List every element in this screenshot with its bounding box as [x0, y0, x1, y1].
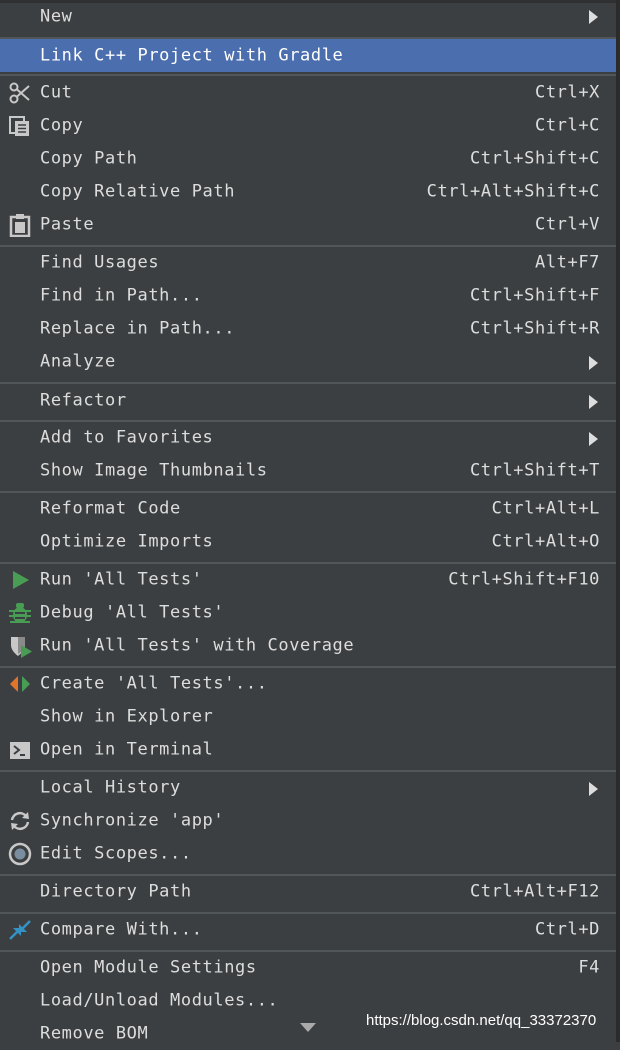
- menu-item-label: Find Usages: [40, 252, 160, 273]
- menu-item-shortcut: Ctrl+Alt+F12: [469, 881, 600, 902]
- menu-item-directory-path[interactable]: Directory Path Ctrl+Alt+F12: [0, 875, 616, 908]
- menu-item-label: Copy Path: [40, 148, 138, 169]
- menu-item-label: Copy: [40, 115, 84, 136]
- clipboard-icon: [7, 212, 33, 238]
- menu-item-synchronize[interactable]: Synchronize 'app': [0, 804, 616, 837]
- menu-item-shortcut: Ctrl+Shift+T: [469, 460, 600, 481]
- menu-item-analyze[interactable]: Analyze: [0, 345, 616, 378]
- submenu-arrow-icon: [589, 782, 598, 797]
- menu-item-shortcut: Ctrl+Alt+L: [491, 498, 600, 519]
- scroll-down-arrow-icon[interactable]: [300, 1023, 316, 1032]
- menu-item-copy-relative-path[interactable]: Copy Relative Path Ctrl+Alt+Shift+C: [0, 175, 616, 208]
- menu-item-copy-path[interactable]: Copy Path Ctrl+Shift+C: [0, 142, 616, 175]
- menu-item-label: Link C++ Project with Gradle: [40, 45, 344, 66]
- menu-item-label: Refactor: [40, 390, 127, 411]
- menu-item-label: Find in Path...: [40, 285, 203, 306]
- menu-item-debug-all-tests[interactable]: Debug 'All Tests': [0, 596, 616, 629]
- menu-item-local-history[interactable]: Local History: [0, 771, 616, 804]
- menu-item-reformat-code[interactable]: Reformat Code Ctrl+Alt+L: [0, 492, 616, 525]
- menu-item-edit-scopes[interactable]: Edit Scopes...: [0, 837, 616, 870]
- menu-item-shortcut: Ctrl+Shift+R: [469, 318, 600, 339]
- menu-item-run-with-coverage[interactable]: Run 'All Tests' with Coverage: [0, 629, 616, 662]
- menu-item-label: Show Image Thumbnails: [40, 460, 268, 481]
- menu-item-shortcut: Ctrl+Alt+O: [491, 531, 600, 552]
- debug-bug-icon: [7, 600, 33, 626]
- menu-item-label: Run 'All Tests': [40, 569, 203, 590]
- menu-item-shortcut: Ctrl+Alt+Shift+C: [426, 181, 600, 202]
- menu-item-copy[interactable]: Copy Ctrl+C: [0, 109, 616, 142]
- menu-item-shortcut: Ctrl+D: [534, 919, 600, 940]
- menu-item-label: Paste: [40, 214, 95, 235]
- coverage-icon: [7, 633, 33, 659]
- submenu-arrow-icon: [589, 432, 598, 447]
- menu-item-label: Directory Path: [40, 881, 192, 902]
- menu-item-run-all-tests[interactable]: Run 'All Tests' Ctrl+Shift+F10: [0, 563, 616, 596]
- menu-item-shortcut: Ctrl+Shift+F10: [448, 569, 600, 590]
- copy-icon: [7, 113, 33, 139]
- menu-item-label: Open Module Settings: [40, 957, 257, 978]
- menu-item-replace-in-path[interactable]: Replace in Path... Ctrl+Shift+R: [0, 312, 616, 345]
- menu-item-paste[interactable]: Paste Ctrl+V: [0, 208, 616, 241]
- menu-item-shortcut: Ctrl+C: [534, 115, 600, 136]
- menu-item-open-module-settings[interactable]: Open Module Settings F4: [0, 951, 616, 984]
- menu-item-compare-with[interactable]: Compare With... Ctrl+D: [0, 913, 616, 946]
- menu-item-show-in-explorer[interactable]: Show in Explorer: [0, 700, 616, 733]
- menu-item-add-to-favorites[interactable]: Add to Favorites: [0, 421, 616, 454]
- menu-item-label: Cut: [40, 82, 73, 103]
- submenu-arrow-icon: [589, 9, 598, 24]
- menu-item-shortcut: F4: [578, 957, 600, 978]
- menu-item-shortcut: Ctrl+Shift+C: [469, 148, 600, 169]
- menu-item-link-cpp-project-gradle[interactable]: Link C++ Project with Gradle: [0, 39, 616, 72]
- menu-item-shortcut: Ctrl+V: [534, 214, 600, 235]
- menu-item-label: New: [40, 6, 73, 27]
- menu-item-label: Synchronize 'app': [40, 810, 225, 831]
- menu-item-label: Edit Scopes...: [40, 843, 192, 864]
- compare-icon: [7, 917, 33, 943]
- menu-item-label: Analyze: [40, 351, 116, 372]
- scopes-icon: [7, 841, 33, 867]
- menu-item-label: Debug 'All Tests': [40, 602, 225, 623]
- menu-item-new[interactable]: New: [0, 0, 616, 33]
- menu-item-label: Load/Unload Modules...: [40, 990, 279, 1011]
- menu-item-label: Open in Terminal: [40, 739, 214, 760]
- submenu-arrow-icon: [589, 395, 598, 410]
- menu-item-label: Show in Explorer: [40, 706, 214, 727]
- menu-item-label: Run 'All Tests' with Coverage: [40, 635, 355, 656]
- menu-item-shortcut: Ctrl+X: [534, 82, 600, 103]
- menu-item-find-in-path[interactable]: Find in Path... Ctrl+Shift+F: [0, 279, 616, 312]
- menu-item-shortcut: Ctrl+Shift+F: [469, 285, 600, 306]
- menu-item-create-all-tests[interactable]: Create 'All Tests'...: [0, 667, 616, 700]
- watermark-url: https://blog.csdn.net/qq_33372370: [366, 1012, 597, 1029]
- menu-item-refactor[interactable]: Refactor: [0, 384, 616, 417]
- submenu-arrow-icon: [589, 356, 598, 371]
- menu-item-label: Optimize Imports: [40, 531, 214, 552]
- menu-item-label: Remove BOM: [40, 1023, 149, 1044]
- menu-item-label: Create 'All Tests'...: [40, 673, 268, 694]
- menu-item-find-usages[interactable]: Find Usages Alt+F7: [0, 246, 616, 279]
- menu-right-edge: [616, 0, 620, 1042]
- menu-item-show-image-thumbnails[interactable]: Show Image Thumbnails Ctrl+Shift+T: [0, 454, 616, 487]
- menu-item-label: Replace in Path...: [40, 318, 236, 339]
- menu-item-shortcut: Alt+F7: [534, 252, 600, 273]
- menu-item-cut[interactable]: Cut Ctrl+X: [0, 76, 616, 109]
- menu-item-label: Compare With...: [40, 919, 203, 940]
- menu-item-open-in-terminal[interactable]: Open in Terminal: [0, 733, 616, 766]
- menu-item-label: Add to Favorites: [40, 427, 214, 448]
- terminal-icon: [7, 737, 33, 763]
- menu-item-label: Local History: [40, 777, 181, 798]
- menu-item-label: Copy Relative Path: [40, 181, 236, 202]
- sync-icon: [7, 808, 33, 834]
- create-config-icon: [7, 671, 33, 697]
- scissors-icon: [7, 80, 33, 106]
- menu-item-label: Reformat Code: [40, 498, 181, 519]
- run-icon: [7, 567, 33, 593]
- menu-item-optimize-imports[interactable]: Optimize Imports Ctrl+Alt+O: [0, 525, 616, 558]
